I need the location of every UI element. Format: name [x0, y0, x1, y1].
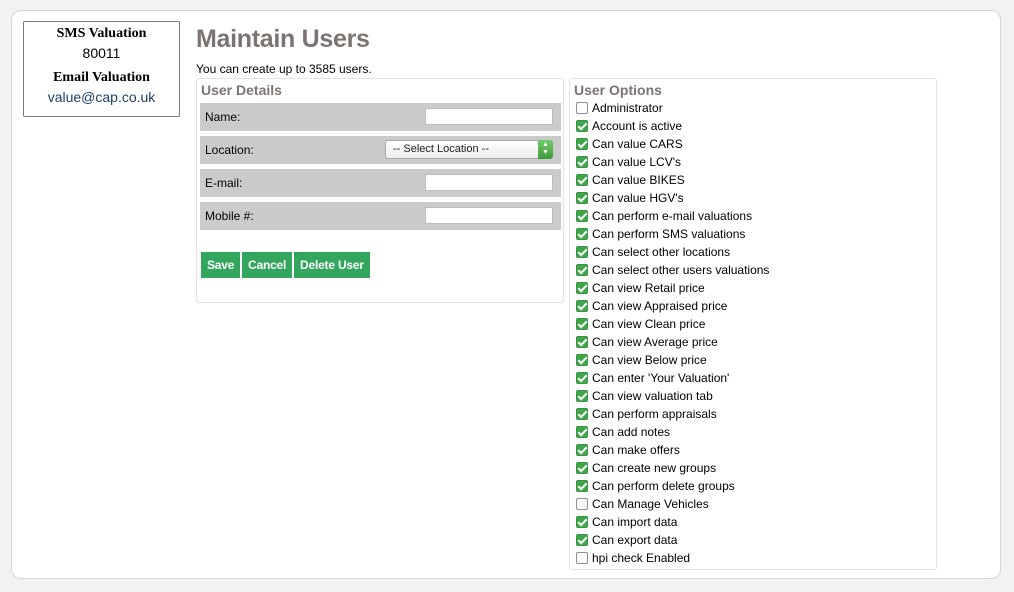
user-option-label: Can perform appraisals — [592, 407, 717, 421]
user-option-label: Can perform delete groups — [592, 479, 735, 493]
checkbox-checked-icon[interactable] — [576, 138, 588, 150]
user-option-label: Can value HGV's — [592, 191, 684, 205]
email-valuation-title: Email Valuation — [53, 70, 150, 85]
user-option-label: Can view Appraised price — [592, 299, 728, 313]
user-limit-text: You can create up to 3585 users. — [196, 62, 372, 76]
checkbox-checked-icon[interactable] — [576, 120, 588, 132]
location-selected-value: -- Select Location -- — [393, 143, 489, 155]
valuation-info-box: SMS Valuation 80011 Email Valuation valu… — [23, 21, 180, 117]
user-option-label: Can value LCV's — [592, 155, 682, 169]
checkbox-checked-icon[interactable] — [576, 156, 588, 168]
checkbox-checked-icon[interactable] — [576, 408, 588, 420]
checkbox-checked-icon[interactable] — [576, 282, 588, 294]
checkbox-checked-icon[interactable] — [576, 192, 588, 204]
checkbox-checked-icon[interactable] — [576, 210, 588, 222]
user-option-label: Can perform e-mail valuations — [592, 209, 753, 223]
checkbox-checked-icon[interactable] — [576, 246, 588, 258]
user-details-heading: User Details — [201, 82, 282, 98]
delete-user-button[interactable]: Delete User — [294, 252, 370, 278]
checkbox-checked-icon[interactable] — [576, 390, 588, 402]
user-option-label: hpi check Enabled — [592, 551, 691, 565]
user-option-label: Can view Average price — [592, 335, 718, 349]
user-option-label: Administrator — [592, 101, 663, 115]
checkbox-checked-icon[interactable] — [576, 228, 588, 240]
checkbox-checked-icon[interactable] — [576, 444, 588, 456]
user-option-label: Can add notes — [592, 425, 671, 439]
user-option-label: Can make offers — [592, 443, 680, 457]
mobile-input[interactable] — [425, 207, 553, 224]
mobile-label: Mobile #: — [205, 209, 254, 223]
user-option-label: Can enter 'Your Valuation' — [592, 371, 730, 385]
checkbox-checked-icon[interactable] — [576, 480, 588, 492]
sms-valuation-title: SMS Valuation — [56, 26, 147, 41]
checkbox-checked-icon[interactable] — [576, 336, 588, 348]
user-option-label: Account is active — [592, 119, 683, 133]
email-label: E-mail: — [205, 176, 243, 190]
mobile-row: Mobile #: — [200, 202, 561, 230]
user-option-label: Can Manage Vehicles — [592, 497, 709, 511]
select-arrows-icon: ▲ ▼ — [538, 140, 553, 159]
checkbox-checked-icon[interactable] — [576, 318, 588, 330]
checkbox-checked-icon[interactable] — [576, 264, 588, 276]
user-option-label: Can value BIKES — [592, 173, 685, 187]
user-option-label: Can view valuation tab — [592, 389, 713, 403]
email-row: E-mail: — [200, 169, 561, 197]
user-option-label: Can export data — [592, 533, 678, 547]
checkbox-checked-icon[interactable] — [576, 174, 588, 186]
cancel-button[interactable]: Cancel — [242, 252, 293, 278]
email-valuation-address[interactable]: value@cap.co.uk — [24, 89, 179, 105]
save-button[interactable]: Save — [201, 252, 241, 278]
checkbox-checked-icon[interactable] — [576, 534, 588, 546]
sms-valuation-number: 80011 — [82, 45, 121, 61]
checkbox-checked-icon[interactable] — [576, 354, 588, 366]
user-option-label: Can view Clean price — [592, 317, 706, 331]
name-row: Name: — [200, 103, 561, 131]
name-label: Name: — [205, 110, 241, 124]
checkbox-checked-icon[interactable] — [576, 462, 588, 474]
user-option-label: Can import data — [592, 515, 678, 529]
name-input[interactable] — [425, 108, 553, 125]
email-input[interactable] — [425, 174, 553, 191]
checkbox-checked-icon[interactable] — [576, 426, 588, 438]
user-options-panel: User Options Administrator Account is act… — [569, 78, 937, 570]
checkbox-checked-icon[interactable] — [576, 300, 588, 312]
user-option-label: Can create new groups — [592, 461, 717, 475]
user-option-label: Can value CARS — [592, 137, 683, 151]
user-details-panel: User Details Name: Location: -- Select L… — [196, 78, 564, 303]
user-options-heading: User Options — [574, 82, 662, 98]
user-option-label: Can select other users valuations — [592, 263, 770, 277]
page-title: Maintain Users — [196, 25, 370, 53]
user-option-label: Can perform SMS valuations — [592, 227, 746, 241]
user-option-label: Can view Below price — [592, 353, 707, 367]
checkbox-checked-icon[interactable] — [576, 516, 588, 528]
page-container: SMS Valuation 80011 Email Valuation valu… — [11, 10, 1001, 579]
checkbox-checked-icon[interactable] — [576, 372, 588, 384]
checkbox-unchecked-icon[interactable] — [576, 102, 588, 114]
location-label: Location: — [205, 143, 254, 157]
user-option-label: Can view Retail price — [592, 281, 705, 295]
checkbox-unchecked-icon[interactable] — [576, 498, 588, 510]
user-option-label: Can select other locations — [592, 245, 731, 259]
location-select[interactable]: -- Select Location -- ▲ ▼ — [385, 140, 553, 159]
location-row: Location: -- Select Location -- ▲ ▼ — [200, 136, 561, 164]
checkbox-unchecked-icon[interactable] — [576, 552, 588, 564]
